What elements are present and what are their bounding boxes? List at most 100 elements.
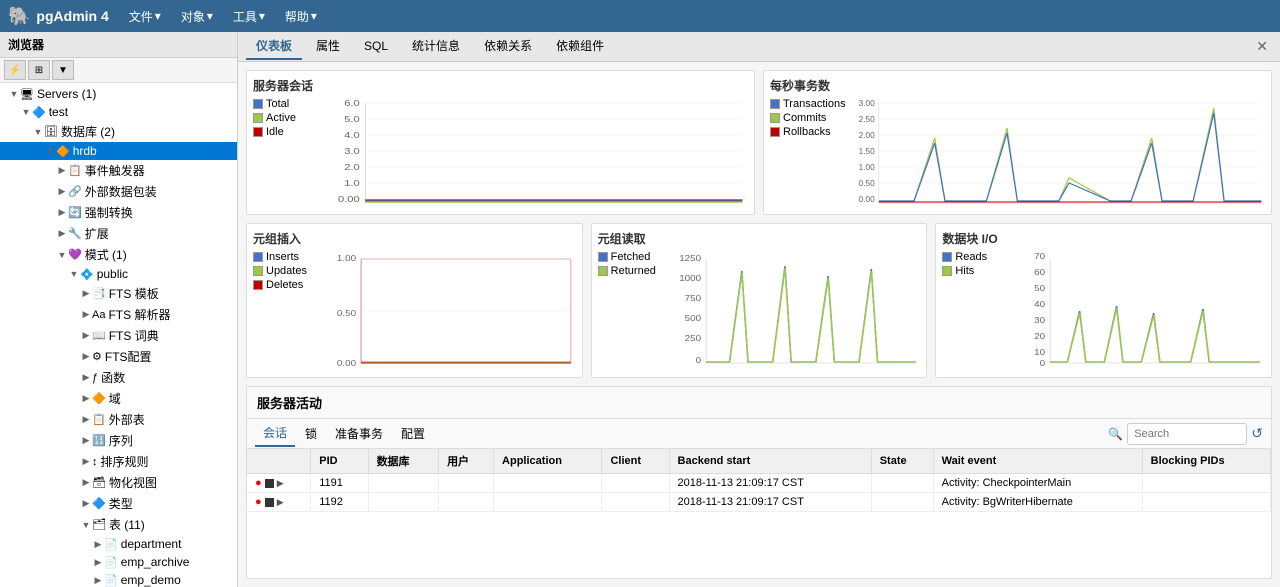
th-blocking-pids[interactable]: Blocking PIDs — [1142, 449, 1270, 474]
cell-application — [494, 493, 602, 512]
tree-arrow-types: ▶ — [80, 498, 92, 509]
sidebar-item-tables[interactable]: ▼ 🗂 表 (11) — [0, 514, 237, 535]
tree-arrow-fts-p: ▶ — [80, 309, 92, 320]
th-pid[interactable]: PID — [311, 449, 368, 474]
activity-section: 服务器活动 会话 锁 准备事务 配置 🔍 ↺ — [246, 386, 1272, 579]
sidebar-item-hrdb[interactable]: ▼ 🔶 hrdb — [0, 142, 237, 160]
transactions-chart-container: Transactions Commits Rollbacks — [770, 98, 1265, 208]
svg-text:2.0: 2.0 — [344, 163, 360, 172]
th-client[interactable]: Client — [602, 449, 669, 474]
sidebar-item-forced-conv[interactable]: ▶ 🔄 强制转换 — [0, 202, 237, 223]
sessions-legend-total: Total — [253, 98, 323, 110]
sidebar-refresh-btn[interactable]: ⚡ — [4, 60, 26, 80]
sidebar-item-emp-demo[interactable]: ▶ 📄 emp_demo — [0, 571, 237, 587]
menu-tools[interactable]: 工具▾ — [229, 6, 269, 27]
svg-text:4.0: 4.0 — [344, 131, 360, 140]
svg-text:10: 10 — [1035, 348, 1046, 357]
th-database[interactable]: 数据库 — [368, 449, 439, 474]
play-icon[interactable]: ▶ — [277, 497, 284, 507]
th-wait-event[interactable]: Wait event — [933, 449, 1142, 474]
sidebar-item-test[interactable]: ▼ 🔷 test — [0, 103, 237, 121]
tab-dependencies[interactable]: 依赖关系 — [474, 33, 542, 60]
menu-help[interactable]: 帮助▾ — [281, 6, 321, 27]
activity-table-head: PID 数据库 用户 Application Client Backend st… — [247, 449, 1271, 474]
play-icon[interactable]: ▶ — [277, 478, 284, 488]
tree-arrow-et: ▶ — [56, 165, 68, 176]
updates-color — [253, 266, 263, 276]
sidebar-item-fts-templates[interactable]: ▶ 📑 FTS 模板 — [0, 283, 237, 304]
sidebar-item-fts-dict[interactable]: ▶ 📖 FTS 词典 — [0, 325, 237, 346]
database-icon: 🔶 — [56, 145, 70, 158]
svg-text:0.00: 0.00 — [337, 359, 356, 368]
reads-color — [942, 252, 952, 262]
tab-sql[interactable]: SQL — [354, 35, 398, 59]
sidebar-item-extensions[interactable]: ▶ 🔧 扩展 — [0, 223, 237, 244]
sidebar-filter-btn[interactable]: ▼ — [52, 60, 74, 80]
square-icon[interactable] — [265, 498, 274, 507]
cell-backend-start: 2018-11-13 21:09:17 CST — [669, 493, 871, 512]
sidebar-item-schemas[interactable]: ▼ 💜 模式 (1) — [0, 244, 237, 265]
svg-text:0.50: 0.50 — [337, 309, 356, 318]
tab-dependents[interactable]: 依赖组件 — [546, 33, 614, 60]
tab-stats[interactable]: 统计信息 — [402, 33, 470, 60]
sidebar-item-foreign-tables[interactable]: ▶ 📋 外部表 — [0, 409, 237, 430]
transactions-legend-txn: Transactions — [770, 98, 846, 110]
block-io-legend: Reads Hits — [942, 251, 1012, 371]
tree-arrow-fts-d: ▶ — [80, 330, 92, 341]
th-backend-start[interactable]: Backend start — [669, 449, 871, 474]
activity-tab-prepared[interactable]: 准备事务 — [327, 421, 391, 446]
sidebar-item-department[interactable]: ▶ 📄 department — [0, 535, 237, 553]
svg-text:3.00: 3.00 — [858, 99, 875, 108]
square-icon[interactable] — [265, 479, 274, 488]
app-logo: 🐘 pgAdmin 4 — [8, 6, 109, 27]
svg-text:1250: 1250 — [679, 254, 701, 263]
menu-file[interactable]: 文件▾ — [125, 6, 165, 27]
tuples-in-svg: 1.00 0.50 0.00 — [329, 251, 576, 371]
th-state[interactable]: State — [871, 449, 933, 474]
cell-blocking-pids — [1142, 474, 1270, 493]
tree-arrow-fts-c: ▶ — [80, 351, 92, 362]
transactions-chart-card: 每秒事务数 Transactions Commits — [763, 70, 1272, 215]
activity-tab-locks[interactable]: 锁 — [297, 421, 325, 446]
tuples-in-container: Inserts Updates Deletes — [253, 251, 576, 371]
sidebar-item-fts-config[interactable]: ▶ ⚙ FTS配置 — [0, 346, 237, 367]
sidebar-item-fts-parsers[interactable]: ▶ Aa FTS 解析器 — [0, 304, 237, 325]
activity-search-input[interactable] — [1127, 423, 1247, 445]
app-title: pgAdmin 4 — [36, 8, 108, 24]
tree-arrow-fc: ▶ — [56, 207, 68, 218]
sidebar-item-functions[interactable]: ▶ ƒ 函数 — [0, 367, 237, 388]
cell-database — [368, 474, 439, 493]
activity-header: 服务器活动 — [247, 387, 1271, 419]
sidebar-item-sequences[interactable]: ▶ 🔢 序列 — [0, 430, 237, 451]
databases-icon: 🗄 — [44, 125, 58, 138]
fts-dict-icon: 📖 — [92, 329, 106, 342]
sidebar-item-sort-rules[interactable]: ▶ ↕ 排序规则 — [0, 451, 237, 472]
activity-refresh-btn[interactable]: ↺ — [1251, 425, 1263, 442]
close-tab-btn[interactable]: ✕ — [1252, 38, 1272, 55]
sidebar-item-domains[interactable]: ▶ 🔶 域 — [0, 388, 237, 409]
sidebar-item-public[interactable]: ▼ 💠 public — [0, 265, 237, 283]
tree-arrow-ext: ▶ — [56, 186, 68, 197]
sidebar-item-event-triggers[interactable]: ▶ 📋 事件触发器 — [0, 160, 237, 181]
tab-properties[interactable]: 属性 — [306, 33, 350, 60]
th-application[interactable]: Application — [494, 449, 602, 474]
sidebar-item-mat-views[interactable]: ▶ 🗃 物化视图 — [0, 472, 237, 493]
cell-user — [439, 474, 494, 493]
stop-icon[interactable]: ● — [255, 496, 262, 508]
activity-table: PID 数据库 用户 Application Client Backend st… — [247, 449, 1271, 512]
sidebar-item-ext-tables[interactable]: ▶ 🔗 外部数据包装 — [0, 181, 237, 202]
menu-object[interactable]: 对象▾ — [177, 6, 217, 27]
row-controls: ● ▶ — [247, 474, 311, 493]
sidebar-item-servers[interactable]: ▼ 🖥 Servers (1) — [0, 85, 237, 103]
activity-tab-config[interactable]: 配置 — [393, 421, 433, 446]
sidebar-grid-btn[interactable]: ⊞ — [28, 60, 50, 80]
cell-client — [602, 493, 669, 512]
tab-dashboard[interactable]: 仪表板 — [246, 33, 302, 60]
sidebar-item-databases[interactable]: ▼ 🗄 数据库 (2) — [0, 121, 237, 142]
tree-arrow-ed: ▶ — [92, 575, 104, 586]
sidebar-item-emp-archive[interactable]: ▶ 📄 emp_archive — [0, 553, 237, 571]
activity-tab-sessions[interactable]: 会话 — [255, 420, 295, 447]
sidebar-item-types[interactable]: ▶ 🔷 类型 — [0, 493, 237, 514]
stop-icon[interactable]: ● — [255, 477, 262, 489]
th-user[interactable]: 用户 — [439, 449, 494, 474]
